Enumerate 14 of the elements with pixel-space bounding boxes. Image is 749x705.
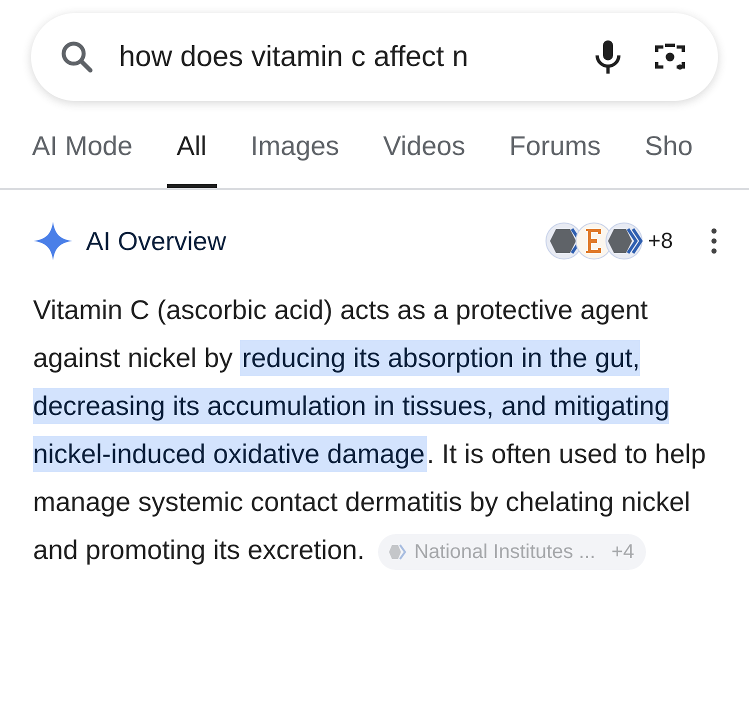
tab[interactable]: Images [240, 127, 350, 188]
tab[interactable]: Videos [373, 127, 476, 188]
overview-title: AI Overview [86, 226, 228, 256]
source-logos-icon[interactable] [544, 221, 644, 261]
tab[interactable]: Sho [634, 127, 703, 188]
search-field[interactable]: how does vitamin c affect n [31, 13, 718, 101]
tab[interactable]: All [166, 127, 217, 188]
more-options-icon[interactable] [709, 226, 719, 256]
tab[interactable]: AI Mode [22, 127, 143, 188]
search-query: how does vitamin c affect n [119, 40, 470, 74]
sparkle-icon [32, 220, 74, 262]
source-logo-icon [388, 542, 408, 562]
tab[interactable]: Forums [499, 127, 611, 188]
source-count: +8 [648, 228, 673, 254]
